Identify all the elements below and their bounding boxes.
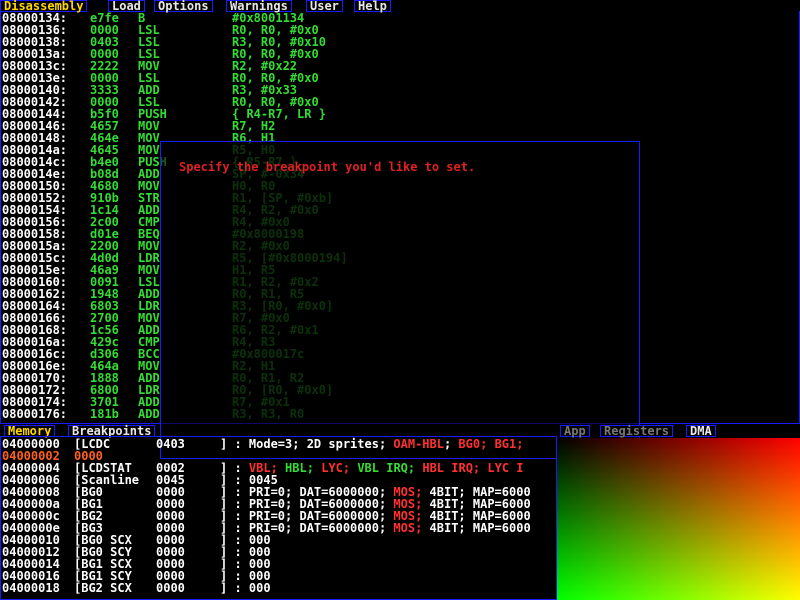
color-palette[interactable] <box>557 438 800 600</box>
memory-desc: ] : 000 <box>220 581 271 595</box>
disassembly-addr: 08000176: <box>2 407 68 421</box>
memory-val: 0000 <box>156 581 185 595</box>
palette-green-gradient <box>557 438 800 600</box>
memory-val: 0403 <box>156 437 185 451</box>
disassembly-row[interactable]: 0800013a: 0000 LSL R0, R0, #0x0 <box>2 48 792 60</box>
disassembly-row[interactable]: 08000134: e7fe B #0x8001134 <box>2 12 792 24</box>
disassembly-row[interactable]: 08000146: 4657 MOV R7, H2 <box>2 120 792 132</box>
tab-app[interactable]: App <box>560 425 590 437</box>
disassembly-row[interactable]: 08000142: 0000 LSL R0, R0, #0x0 <box>2 96 792 108</box>
memory-name: [BG2 SCX <box>74 581 132 595</box>
disassembly-mn: ADD <box>138 407 160 421</box>
breakpoint-dialog[interactable]: Specify the breakpoint you'd like to set… <box>160 141 640 459</box>
memory-listing[interactable]: 04000000 [LCDC 0403] : Mode=3; 2D sprites;… <box>0 436 557 600</box>
memory-row[interactable]: 04000018 [BG2 SCX 0000 ] : 000 <box>2 582 557 594</box>
disassembly-row[interactable]: 08000144: b5f0 PUSH{ R4-R7, LR } <box>2 108 792 120</box>
disassembly-row[interactable]: 08000140: 3333 ADD R3, #0x33 <box>2 84 792 96</box>
disassembly-row[interactable]: 0800013c: 2222 MOV R2, #0x22 <box>2 60 792 72</box>
disassembly-row[interactable]: 0800013e: 0000 LSL R0, R0, #0x0 <box>2 72 792 84</box>
memory-addr: 04000018 <box>2 581 60 595</box>
memory-desc: ] : Mode=3; 2D sprites; OAM-HBL; BG0; BG… <box>220 437 524 451</box>
disassembly-row[interactable]: 08000136: 0000 LSL R0, R0, #0x0 <box>2 24 792 36</box>
disassembly-row[interactable]: 08000138: 0403 LSL R3, R0, #0x10 <box>2 36 792 48</box>
tab-dma[interactable]: DMA <box>686 425 716 437</box>
disassembly-op: 181b <box>90 407 119 421</box>
dialog-message: Specify the breakpoint you'd like to set… <box>179 160 476 174</box>
tab-registers[interactable]: Registers <box>600 425 674 437</box>
